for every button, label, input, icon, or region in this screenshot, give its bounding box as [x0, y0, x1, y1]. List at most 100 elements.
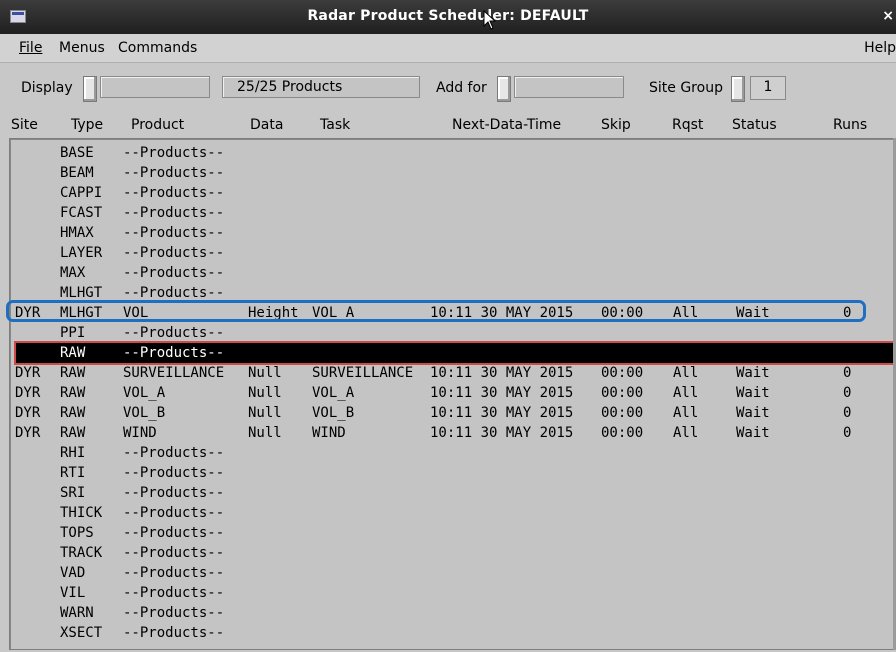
- cell-product: --Products--: [123, 325, 225, 341]
- toolbar: Display 25/25 Products Add for Site Grou…: [0, 66, 896, 110]
- cell-next-data-time: 10:11 30 MAY 2015: [430, 365, 574, 381]
- cell-type: RHI: [60, 445, 86, 461]
- cell-runs: 0: [843, 425, 852, 441]
- cell-rqst: All: [673, 425, 699, 441]
- cell-rqst: All: [673, 385, 699, 401]
- cell-data: Null: [248, 385, 282, 401]
- cell-product: --Products--: [123, 225, 225, 241]
- cell-type: TRACK: [60, 545, 103, 561]
- table-row[interactable]: THICK --Products--: [10, 503, 895, 523]
- cell-task: VOL_A: [312, 385, 355, 401]
- cell-product: --Products--: [123, 445, 225, 461]
- table-row[interactable]: RHI --Products--: [10, 443, 895, 463]
- cell-skip: 00:00: [601, 385, 644, 401]
- cell-product: --Products--: [123, 565, 225, 581]
- cell-site: DYR: [15, 425, 41, 441]
- cell-skip: 00:00: [601, 425, 644, 441]
- table-row[interactable]: CAPPI --Products--: [10, 183, 895, 203]
- product-list[interactable]: BASE --Products-- BEAM --Products-- CAPPI --P…: [9, 138, 896, 650]
- cell-type: WARN: [60, 605, 94, 621]
- table-row[interactable]: SRI --Products--: [10, 483, 895, 503]
- cell-rqst: All: [673, 365, 699, 381]
- cell-type: BEAM: [60, 165, 94, 181]
- add-for-label: Add for: [436, 80, 487, 96]
- cell-type: BASE: [60, 145, 94, 161]
- table-row[interactable]: BASE --Products--: [10, 143, 895, 163]
- table-row[interactable]: TOPS --Products--: [10, 523, 895, 543]
- cell-type: MLHGT: [60, 305, 103, 321]
- cell-data: Null: [248, 365, 282, 381]
- cell-type: LAYER: [60, 245, 103, 261]
- cell-status: Wait: [736, 405, 770, 421]
- cell-data: Height: [248, 305, 299, 321]
- table-row[interactable]: MLHGT --Products--: [10, 283, 895, 303]
- add-for-toggle[interactable]: [497, 76, 511, 102]
- table-row[interactable]: VIL --Products--: [10, 583, 895, 603]
- cell-skip: 00:00: [601, 365, 644, 381]
- table-row[interactable]: DYR RAW SURVEILLANCE Null SURVEILLANCE 10:11 …: [10, 363, 895, 383]
- cell-product: --Products--: [123, 265, 225, 281]
- cell-task: WIND: [312, 425, 346, 441]
- add-for-field[interactable]: [514, 76, 624, 98]
- cell-task: SURVEILLANCE: [312, 365, 414, 381]
- display-field[interactable]: [100, 76, 210, 98]
- table-row[interactable]: DYR MLHGT VOL Height VOL A 10:11 30 MAY 2015 0…: [10, 303, 895, 323]
- cell-site: DYR: [15, 305, 41, 321]
- display-label: Display: [21, 80, 73, 96]
- table-row[interactable]: DYR RAW VOL_B Null VOL_B 10:11 30 MAY 2015 00:…: [10, 403, 895, 423]
- table-row[interactable]: HMAX --Products--: [10, 223, 895, 243]
- col-product[interactable]: Product: [131, 117, 184, 133]
- table-row[interactable]: BEAM --Products--: [10, 163, 895, 183]
- cell-type: THICK: [60, 505, 103, 521]
- close-icon[interactable]: ×: [882, 8, 894, 24]
- table-row[interactable]: DYR RAW VOL_A Null VOL_A 10:11 30 MAY 2015 00:…: [10, 383, 895, 403]
- col-rqst[interactable]: Rqst: [672, 117, 703, 133]
- site-group-value[interactable]: 1: [750, 76, 786, 100]
- table-row[interactable]: TRACK --Products--: [10, 543, 895, 563]
- cell-type: HMAX: [60, 225, 94, 241]
- table-row[interactable]: DYR RAW WIND Null WIND 10:11 30 MAY 2015 00:00…: [10, 423, 895, 443]
- table-row-selected[interactable]: RAW --Products--: [14, 341, 896, 365]
- display-toggle[interactable]: [83, 76, 97, 102]
- table-row[interactable]: RTI --Products--: [10, 463, 895, 483]
- cell-runs: 0: [843, 405, 852, 421]
- cell-product: --Products--: [123, 545, 225, 561]
- menu-bar: File Menus Commands Help: [0, 34, 896, 63]
- cell-data: Null: [248, 425, 282, 441]
- table-row[interactable]: XSECT --Products--: [10, 623, 895, 643]
- menu-commands[interactable]: Commands: [118, 40, 197, 56]
- col-type[interactable]: Type: [71, 117, 103, 133]
- col-data[interactable]: Data: [250, 117, 283, 133]
- cell-product: --Products--: [123, 245, 225, 261]
- cell-skip: 00:00: [601, 405, 644, 421]
- cell-product: --Products--: [123, 485, 225, 501]
- mouse-cursor-icon: [483, 10, 497, 30]
- cell-skip: 00:00: [601, 305, 644, 321]
- cell-next-data-time: 10:11 30 MAY 2015: [430, 385, 574, 401]
- title-bar[interactable]: Radar Product Scheduler: DEFAULT ×: [0, 0, 896, 34]
- table-row[interactable]: WARN --Products--: [10, 603, 895, 623]
- cell-type: CAPPI: [60, 185, 103, 201]
- col-site[interactable]: Site: [11, 117, 38, 133]
- cell-status: Wait: [736, 365, 770, 381]
- site-group-toggle[interactable]: [731, 76, 745, 102]
- cell-task: VOL A: [312, 305, 355, 321]
- table-row[interactable]: MAX --Products--: [10, 263, 895, 283]
- menu-menus[interactable]: Menus: [59, 40, 105, 56]
- table-row[interactable]: VAD --Products--: [10, 563, 895, 583]
- col-status[interactable]: Status: [732, 117, 777, 133]
- cell-type: SRI: [60, 485, 86, 501]
- menu-file[interactable]: File: [19, 40, 42, 56]
- menu-file-label: File: [19, 40, 43, 56]
- cell-site: DYR: [15, 385, 41, 401]
- col-runs[interactable]: Runs: [833, 117, 867, 133]
- col-skip[interactable]: Skip: [601, 117, 631, 133]
- table-row[interactable]: LAYER --Products--: [10, 243, 895, 263]
- table-row[interactable]: FCAST --Products--: [10, 203, 895, 223]
- menu-help[interactable]: Help: [864, 40, 896, 56]
- table-row[interactable]: PPI --Products--: [10, 323, 895, 343]
- products-count-field: 25/25 Products: [222, 76, 420, 98]
- col-task[interactable]: Task: [320, 117, 350, 133]
- cell-product: VOL_A: [123, 385, 166, 401]
- col-next-data-time[interactable]: Next-Data-Time: [452, 117, 561, 133]
